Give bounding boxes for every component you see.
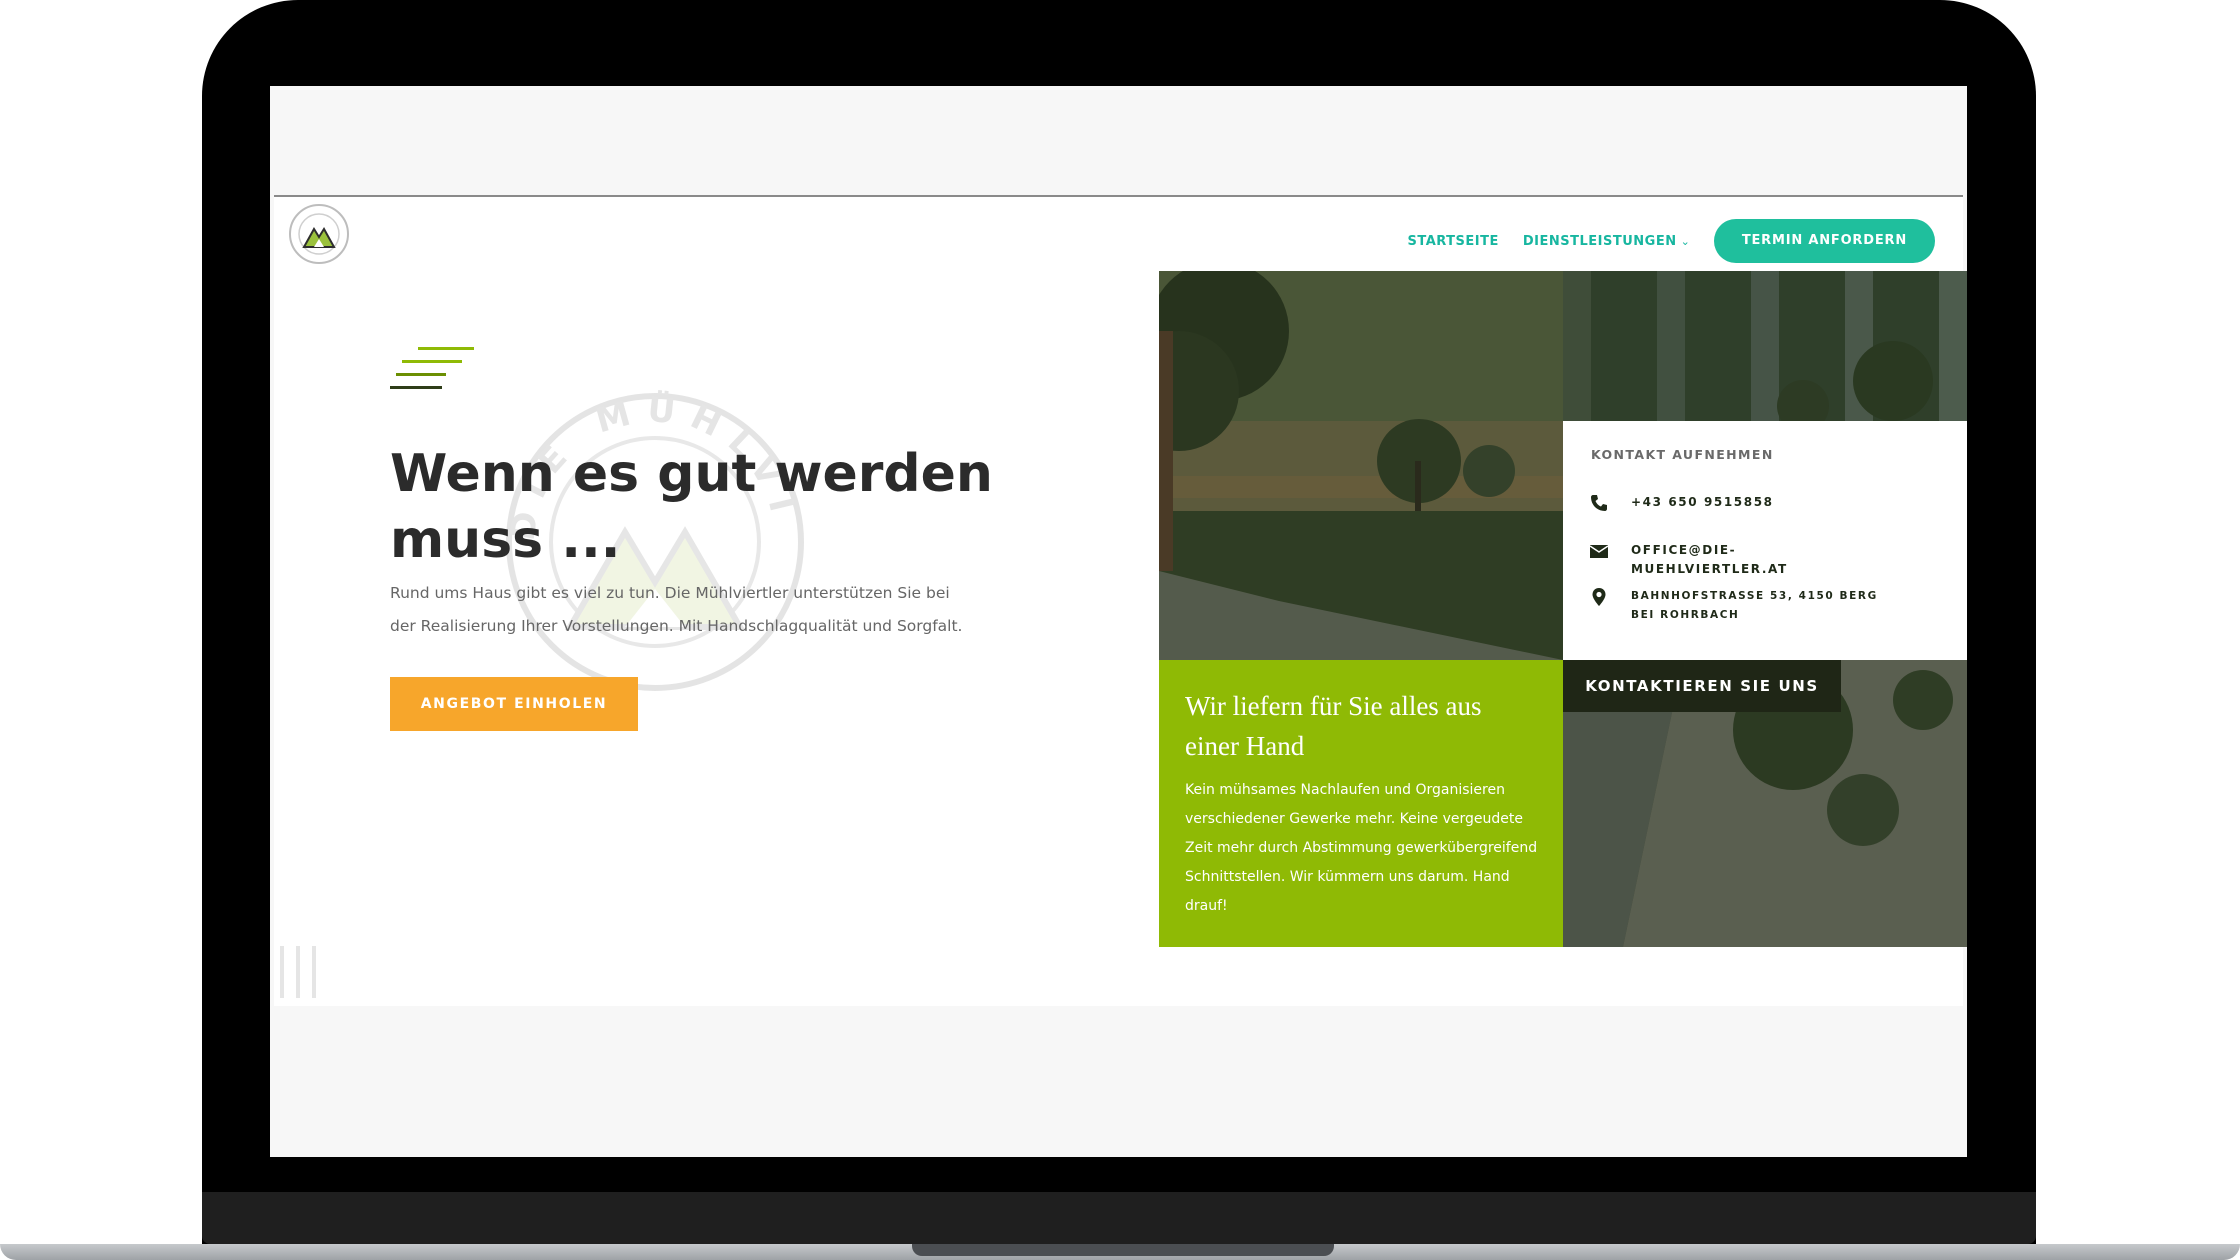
contact-address-row: BAHNHOFSTRASSE 53, 4150 BERG BEI ROHRBAC… bbox=[1589, 587, 1893, 625]
nav-item-startseite[interactable]: STARTSEITE bbox=[1407, 234, 1498, 249]
angebot-einholen-button[interactable]: ANGEBOT EINHOLEN bbox=[390, 677, 638, 731]
laptop-notch bbox=[912, 1244, 1334, 1256]
email-icon bbox=[1589, 545, 1609, 558]
contact-address: BAHNHOFSTRASSE 53, 4150 BERG BEI ROHRBAC… bbox=[1631, 590, 1878, 621]
hero-text: Rund ums Haus gibt es viel zu tun. Die M… bbox=[390, 584, 963, 635]
decorative-bars bbox=[280, 946, 316, 998]
feature-text: Kein mühsames Nachlaufen und Organisiere… bbox=[1185, 782, 1538, 914]
laptop-bezel-bottom bbox=[202, 1192, 2036, 1244]
chevron-down-icon: ⌄ bbox=[1680, 236, 1690, 248]
contact-phone: +43 650 9515858 bbox=[1631, 495, 1774, 509]
location-icon bbox=[1592, 588, 1606, 606]
contact-box: KONTAKT AUFNEHMEN +43 650 9515858 OFFICE… bbox=[1563, 421, 1967, 660]
termin-anfordern-button[interactable]: TERMIN ANFORDERN bbox=[1713, 219, 1935, 263]
contact-phone-row[interactable]: +43 650 9515858 bbox=[1589, 493, 1893, 513]
logo-icon[interactable] bbox=[288, 203, 350, 265]
feature-box: Wir liefern für Sie alles aus einer Hand… bbox=[1159, 660, 1563, 947]
nav-item-label: DIENSTLEISTUNGEN bbox=[1522, 234, 1677, 249]
gravel-photo: KONTAKTIEREN SIE UNS bbox=[1563, 660, 1967, 947]
nav-item-dienstleistungen[interactable]: DIENSTLEISTUNGEN ⌄ bbox=[1523, 232, 1690, 250]
hero-headline: Wenn es gut werden muss ... bbox=[390, 444, 993, 570]
garden-photo bbox=[1159, 271, 1563, 660]
browser-screen: STARTSEITE DIENSTLEISTUNGEN ⌄ TERMIN ANFO… bbox=[270, 86, 1967, 1157]
contact-email-row[interactable]: OFFICE@DIE-MUEHLVIERTLER.AT bbox=[1589, 541, 1893, 579]
feature-title: Wir liefern für Sie alles aus einer Hand bbox=[1185, 691, 1482, 761]
main-nav: STARTSEITE DIENSTLEISTUNGEN ⌄ TERMIN ANFO… bbox=[1407, 219, 1935, 263]
contact-title: KONTAKT AUFNEHMEN bbox=[1591, 447, 1774, 462]
fence-photo bbox=[1563, 271, 1967, 421]
kontaktieren-button[interactable]: KONTAKTIEREN SIE UNS bbox=[1563, 660, 1841, 712]
contact-email: OFFICE@DIE-MUEHLVIERTLER.AT bbox=[1631, 543, 1788, 576]
phone-icon bbox=[1591, 495, 1607, 511]
hero-section: DIE MÜHLVIERTLER Wenn es gut werden muss… bbox=[274, 271, 1967, 1006]
decorative-lines bbox=[390, 347, 474, 389]
